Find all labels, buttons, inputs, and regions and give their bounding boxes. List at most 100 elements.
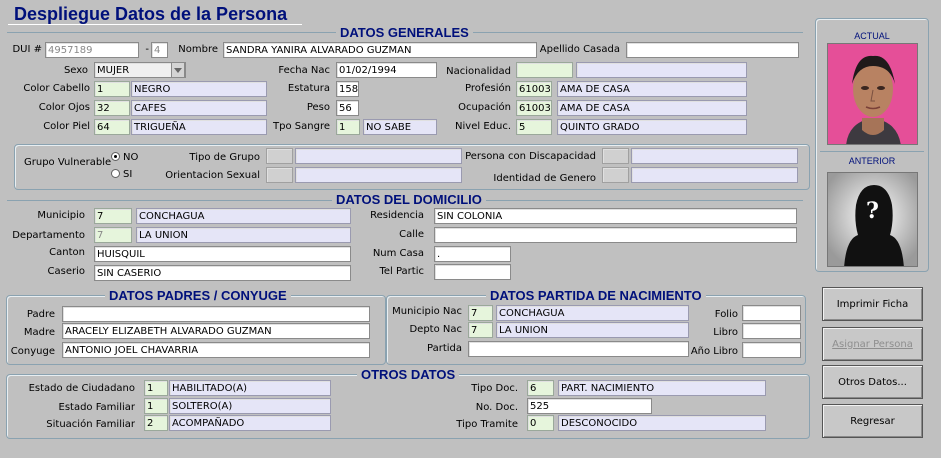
color-ojos-field[interactable]: CAFES	[131, 100, 267, 116]
dui-separator: -	[145, 44, 149, 55]
asignar-persona-button[interactable]: Asignar Persona	[822, 327, 923, 361]
nacionalidad-field[interactable]	[576, 62, 747, 78]
apellido-casada-field[interactable]	[626, 42, 799, 58]
tpo-sangre-code[interactable]: 1	[336, 119, 360, 135]
num-casa-field[interactable]: .	[434, 246, 511, 262]
depto-nac-code[interactable]: 7	[468, 322, 493, 338]
section-title-generales: DATOS GENERALES	[336, 25, 473, 40]
no-doc-field[interactable]: 525	[527, 398, 652, 414]
dui-check-digit[interactable]: 4	[151, 42, 168, 58]
folio-field[interactable]	[742, 305, 801, 321]
nivel-educ-code[interactable]: 5	[516, 119, 552, 135]
situacion-familiar-code[interactable]: 2	[144, 415, 168, 431]
color-ojos-code[interactable]: 32	[94, 100, 130, 116]
caserio-field[interactable]: SIN CASERIO	[94, 265, 351, 281]
identidad-genero-label: Identidad de Genero	[493, 173, 596, 184]
ocupacion-field[interactable]: AMA DE CASA	[557, 100, 747, 116]
tipo-tramite-code[interactable]: 0	[527, 415, 554, 431]
grupo-vulnerable-label: Grupo Vulnerable	[24, 157, 112, 168]
situacion-familiar-field[interactable]: ACOMPAÑADO	[169, 415, 331, 431]
tipo-doc-code[interactable]: 6	[527, 380, 554, 396]
orientacion-sexual-code[interactable]	[266, 167, 293, 183]
folio-label: Folio	[714, 309, 738, 320]
conyuge-label: Conyuge	[10, 346, 55, 357]
municipio-nac-field[interactable]: CONCHAGUA	[496, 305, 689, 321]
libro-label: Libro	[713, 327, 738, 338]
identidad-genero-code[interactable]	[602, 167, 629, 183]
estado-ciudadano-field[interactable]: HABILITADO(A)	[169, 380, 331, 396]
canton-label: Canton	[49, 247, 85, 258]
madre-field[interactable]: ARACELY ELIZABETH ALVARADO GUZMAN	[62, 323, 370, 339]
color-piel-label: Color Piel	[43, 121, 90, 132]
municipio-nac-code[interactable]: 7	[468, 305, 493, 321]
estado-familiar-code[interactable]: 1	[144, 398, 168, 414]
municipio-field[interactable]: CONCHAGUA	[136, 208, 351, 224]
profesion-code[interactable]: 61003	[516, 81, 552, 97]
ocupacion-label: Ocupación	[458, 102, 511, 113]
tipo-grupo-code[interactable]	[266, 148, 293, 164]
identidad-genero-field[interactable]	[631, 167, 798, 183]
discapacidad-code[interactable]	[602, 148, 629, 164]
section-title-partida: DATOS PARTIDA DE NACIMIENTO	[486, 288, 706, 303]
section-title-otros: OTROS DATOS	[357, 367, 460, 382]
window-title: Despliegue Datos de la Persona	[14, 4, 288, 24]
canton-field[interactable]: HUISQUIL	[94, 246, 351, 262]
departamento-field[interactable]: LA UNION	[136, 227, 351, 243]
padre-field[interactable]	[62, 306, 370, 322]
conyuge-field[interactable]: ANTONIO JOEL CHAVARRIA	[62, 342, 370, 358]
partida-field[interactable]	[468, 341, 689, 357]
nombre-label: Nombre	[178, 44, 218, 55]
departamento-code[interactable]: 7	[94, 227, 132, 243]
radio-no[interactable]	[111, 152, 120, 161]
photo-anterior-label: ANTERIOR	[848, 156, 896, 166]
tpo-sangre-field[interactable]: NO SABE	[363, 119, 437, 135]
anio-libro-field[interactable]	[742, 342, 801, 358]
nacionalidad-code[interactable]	[516, 62, 573, 78]
radio-si-label: SI	[123, 169, 133, 180]
dui-field[interactable]: 4957189	[45, 42, 139, 58]
madre-label: Madre	[23, 327, 55, 338]
tipo-doc-field[interactable]: PART. NACIMIENTO	[558, 380, 766, 396]
chevron-down-icon[interactable]	[171, 62, 185, 78]
residencia-field[interactable]: SIN COLONIA	[434, 208, 797, 224]
caserio-label: Caserio	[47, 266, 85, 277]
estado-ciudadano-code[interactable]: 1	[144, 380, 168, 396]
fecha-nac-field[interactable]: 01/02/1994	[336, 62, 437, 78]
partida-label: Partida	[427, 343, 462, 354]
no-doc-label: No. Doc.	[475, 402, 518, 413]
departamento-label: Departamento	[12, 230, 85, 241]
depto-nac-field[interactable]: LA UNION	[496, 322, 689, 338]
color-ojos-label: Color Ojos	[38, 102, 90, 113]
tipo-tramite-field[interactable]: DESCONOCIDO	[558, 415, 766, 431]
otros-datos-button[interactable]: Otros Datos...	[822, 365, 923, 399]
estatura-field[interactable]: 158	[336, 81, 359, 97]
nivel-educ-field[interactable]: QUINTO GRADO	[557, 119, 747, 135]
estado-familiar-label: Estado Familiar	[58, 402, 136, 413]
tipo-grupo-label: Tipo de Grupo	[189, 152, 260, 163]
ocupacion-code[interactable]: 61003	[516, 100, 552, 116]
nombre-field[interactable]: SANDRA YANIRA ALVARADO GUZMAN	[223, 42, 537, 58]
discapacidad-label: Persona con Discapacidad	[465, 151, 596, 162]
imprimir-ficha-button[interactable]: Imprimir Ficha	[822, 287, 923, 321]
regresar-button[interactable]: Regresar	[822, 404, 923, 438]
profesion-field[interactable]: AMA DE CASA	[557, 81, 747, 97]
libro-field[interactable]	[742, 323, 801, 339]
title-underline	[8, 24, 302, 25]
tel-partic-field[interactable]	[434, 264, 511, 280]
municipio-code[interactable]: 7	[94, 208, 132, 224]
calle-field[interactable]	[434, 227, 797, 243]
sexo-label: Sexo	[63, 65, 88, 76]
peso-field[interactable]: 56	[336, 100, 359, 116]
radio-si[interactable]	[111, 169, 120, 178]
tipo-grupo-field[interactable]	[295, 148, 462, 164]
color-piel-code[interactable]: 64	[94, 119, 130, 135]
radio-no-label: NO	[123, 152, 139, 163]
color-piel-field[interactable]: TRIGUEÑA	[131, 119, 267, 135]
section-title-padres: DATOS PADRES / CONYUGE	[105, 288, 291, 303]
profesion-label: Profesión	[465, 83, 511, 94]
color-cabello-field[interactable]: NEGRO	[131, 81, 267, 97]
discapacidad-field[interactable]	[631, 148, 798, 164]
orientacion-sexual-field[interactable]	[295, 167, 462, 183]
estado-familiar-field[interactable]: SOLTERO(A)	[169, 398, 331, 414]
color-cabello-code[interactable]: 1	[94, 81, 130, 97]
